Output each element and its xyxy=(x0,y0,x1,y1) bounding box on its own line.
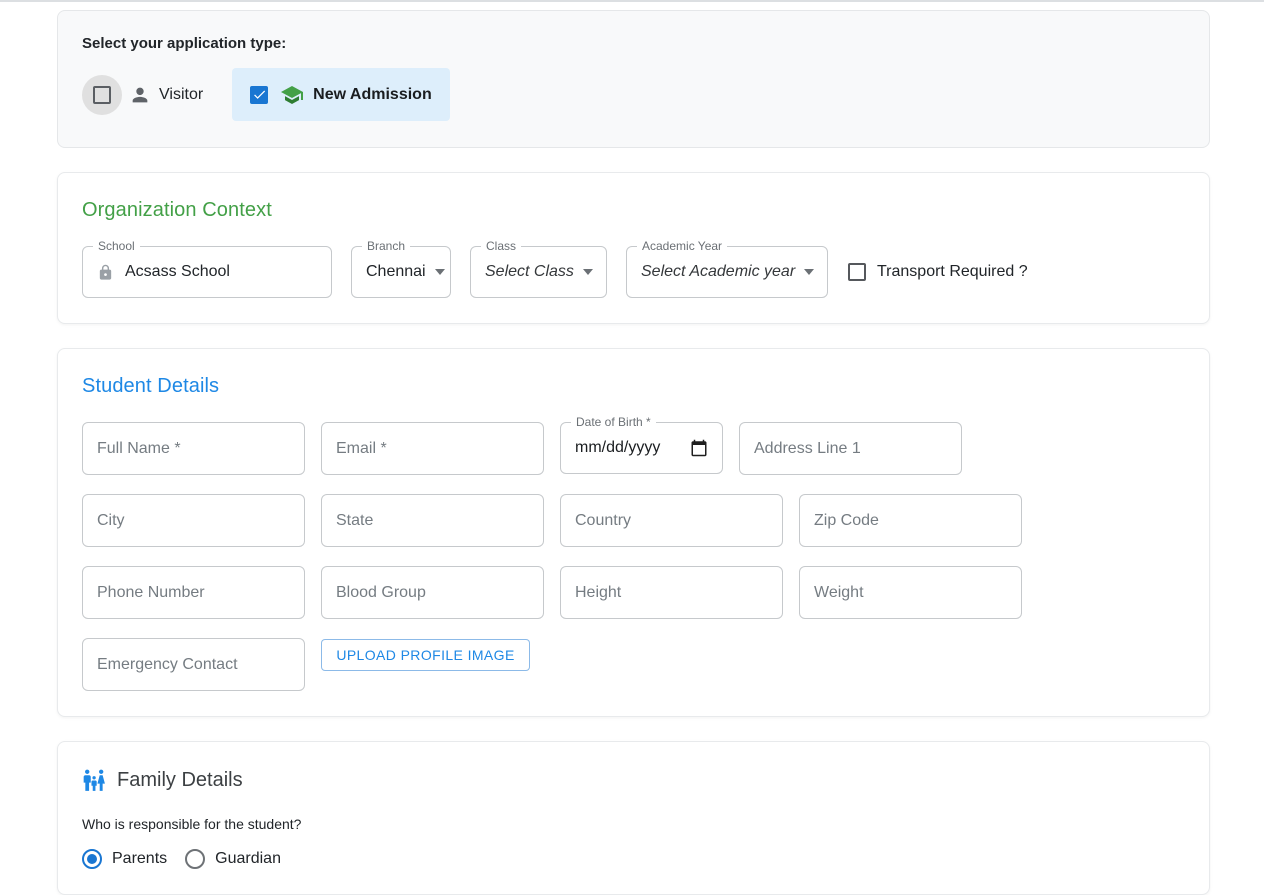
date-of-birth-field[interactable]: Date of Birth * mm/dd/yyyy xyxy=(560,422,723,474)
guardian-radio-option[interactable]: Guardian xyxy=(185,849,281,869)
class-select-label: Class xyxy=(481,239,521,253)
country-input[interactable] xyxy=(560,494,783,547)
new-admission-option[interactable]: New Admission xyxy=(232,68,450,121)
school-field-label: School xyxy=(93,239,140,253)
student-row-3 xyxy=(82,566,1185,619)
academic-year-select[interactable]: Academic Year Select Academic year xyxy=(626,246,828,298)
visitor-option[interactable]: Visitor xyxy=(82,75,203,115)
academic-year-value: Select Academic year xyxy=(641,263,795,281)
blood-group-input[interactable] xyxy=(321,566,544,619)
date-of-birth-label: Date of Birth * xyxy=(571,415,656,429)
full-name-input[interactable] xyxy=(82,422,305,475)
check-icon xyxy=(252,87,267,102)
application-type-options: Visitor New Admission xyxy=(82,68,1185,121)
caret-down-icon xyxy=(583,269,593,275)
parents-radio-label: Parents xyxy=(112,850,167,868)
weight-input[interactable] xyxy=(799,566,1022,619)
guardian-radio[interactable] xyxy=(185,849,205,869)
family-details-title: Family Details xyxy=(117,769,243,792)
guardian-radio-label: Guardian xyxy=(215,850,281,868)
lock-icon xyxy=(97,264,114,281)
school-field[interactable]: School Acsass School xyxy=(82,246,332,298)
parents-radio[interactable] xyxy=(82,849,102,869)
school-value: Acsass School xyxy=(125,263,230,281)
family-details-card: Family Details Who is responsible for th… xyxy=(57,741,1210,895)
branch-value: Chennai xyxy=(366,263,426,281)
caret-down-icon xyxy=(435,269,445,275)
state-input[interactable] xyxy=(321,494,544,547)
new-admission-checkbox[interactable] xyxy=(250,86,268,104)
organization-context-card: Organization Context School Acsass Schoo… xyxy=(57,172,1210,324)
student-details-title: Student Details xyxy=(82,375,1185,398)
transport-required-checkbox[interactable] xyxy=(848,263,866,281)
family-icon xyxy=(82,768,107,793)
phone-number-input[interactable] xyxy=(82,566,305,619)
admission-form-page: Select your application type: Visitor xyxy=(57,10,1210,895)
branch-select-label: Branch xyxy=(362,239,410,253)
application-type-title: Select your application type: xyxy=(82,35,1185,52)
transport-required-option[interactable]: Transport Required ? xyxy=(848,263,1028,281)
student-row-1: Date of Birth * mm/dd/yyyy xyxy=(82,422,1185,475)
organization-context-title: Organization Context xyxy=(82,199,1185,222)
zip-code-input[interactable] xyxy=(799,494,1022,547)
academic-year-select-label: Academic Year xyxy=(637,239,727,253)
responsible-question: Who is responsible for the student? xyxy=(82,816,1185,832)
height-input[interactable] xyxy=(560,566,783,619)
email-input[interactable] xyxy=(321,422,544,475)
branch-select[interactable]: Branch Chennai xyxy=(351,246,451,298)
student-row-4: UPLOAD PROFILE IMAGE xyxy=(82,638,1185,691)
visitor-checkbox-ripple xyxy=(82,75,122,115)
class-value: Select Class xyxy=(485,263,574,281)
caret-down-icon xyxy=(804,269,814,275)
class-select[interactable]: Class Select Class xyxy=(470,246,607,298)
person-icon xyxy=(129,84,151,106)
parents-radio-option[interactable]: Parents xyxy=(82,849,167,869)
emergency-contact-input[interactable] xyxy=(82,638,305,691)
upload-profile-image-button[interactable]: UPLOAD PROFILE IMAGE xyxy=(321,639,530,671)
graduation-cap-icon xyxy=(280,83,304,107)
address-line1-input[interactable] xyxy=(739,422,962,475)
transport-required-label: Transport Required ? xyxy=(877,263,1028,281)
date-of-birth-value: mm/dd/yyyy xyxy=(575,439,660,457)
student-details-card: Student Details Date of Birth * mm/dd/yy… xyxy=(57,348,1210,717)
application-type-card: Select your application type: Visitor xyxy=(57,10,1210,148)
family-details-header: Family Details xyxy=(82,768,1185,793)
visitor-label: Visitor xyxy=(159,86,203,104)
visitor-checkbox[interactable] xyxy=(93,86,111,104)
new-admission-label: New Admission xyxy=(313,86,432,104)
calendar-icon[interactable] xyxy=(690,439,708,457)
responsible-radio-group: Parents Guardian xyxy=(82,849,1185,869)
top-divider xyxy=(0,0,1264,2)
student-row-2 xyxy=(82,494,1185,547)
organization-fields-row: School Acsass School Branch Chennai Clas… xyxy=(82,246,1185,298)
city-input[interactable] xyxy=(82,494,305,547)
